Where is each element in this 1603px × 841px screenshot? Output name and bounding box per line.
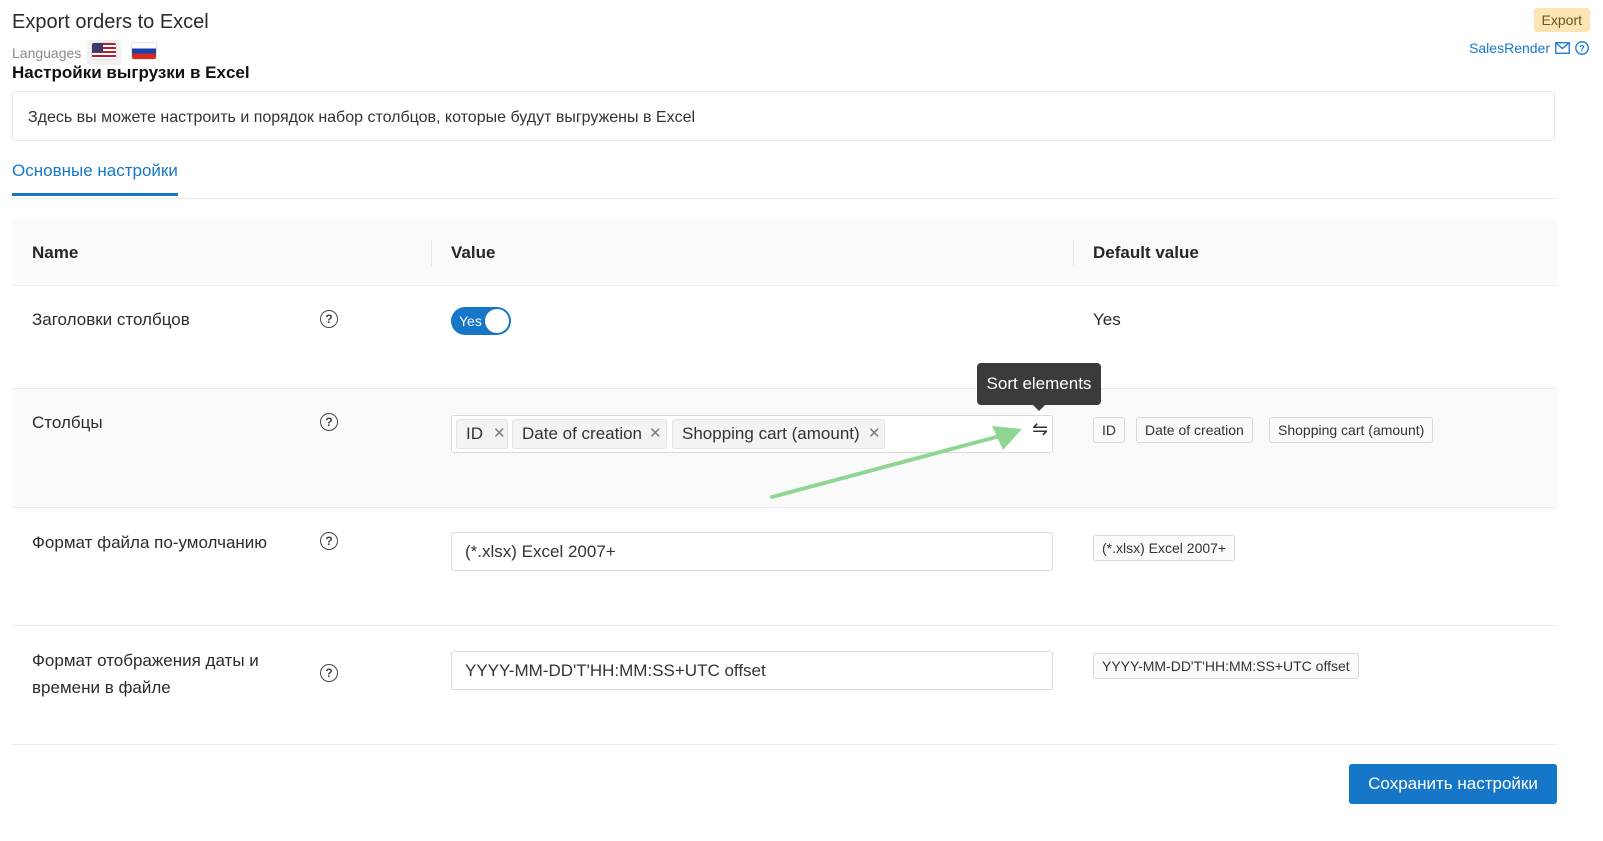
us-flag-icon [92,43,117,59]
language-ru-button[interactable] [127,40,161,65]
table-header: Name Value Default value [12,219,1557,286]
mail-icon[interactable] [1555,42,1570,54]
setting-name: Формат отображения даты и времени в файл… [32,647,259,701]
column-headers-toggle[interactable]: Yes [451,307,511,335]
setting-name: Формат файла по-умолчанию [32,533,268,552]
column-header-value: Value [451,243,496,262]
language-switcher: Languages [12,40,161,65]
table-row: Формат файла по-умолчанию ? (*.xlsx) Exc… [12,508,1557,626]
description-text: Здесь вы можете настроить и порядок набо… [28,109,696,126]
default-tag: Shopping cart (amount) [1269,417,1434,443]
remove-chip-icon[interactable]: ✕ [493,420,506,448]
svg-text:?: ? [1579,44,1585,54]
date-format-select[interactable]: YYYY-MM-DD'T'HH:MM:SS+UTC offset [451,651,1053,690]
ru-flag-icon [132,43,157,59]
tooltip-pointer [1033,405,1045,411]
tab-main-settings[interactable]: Основные настройки [12,161,178,196]
column-divider [431,240,432,266]
setting-name-line: Формат отображения даты и [32,651,259,670]
settings-title: Настройки выгрузки в Excel [12,63,250,82]
table-row: Заголовки столбцов ? Yes Yes [12,286,1557,389]
default-value: Yes [1093,310,1121,329]
sort-icon[interactable]: ⇋ [1032,418,1048,441]
app-title: Export orders to Excel [12,11,209,33]
help-circle-icon[interactable]: ? [1575,41,1589,55]
default-tag: Date of creation [1136,417,1253,443]
setting-name: Столбцы [32,413,103,432]
help-icon[interactable]: ? [320,413,338,431]
chip-label: ID [466,424,483,443]
column-chip: Date of creation ✕ [512,419,667,449]
default-tag: ID [1093,417,1125,443]
languages-label: Languages [12,44,82,61]
brand-link[interactable]: SalesRender ? [1469,40,1589,56]
table-bottom-divider [12,744,1557,745]
column-divider [1073,240,1074,266]
language-en-button[interactable] [87,40,122,65]
toggle-label: Yes [459,313,482,329]
setting-name-line: времени в файле [32,678,171,697]
chip-label: Date of creation [522,424,643,443]
table-row: Формат отображения даты и времени в файл… [12,626,1557,744]
tabs-divider [12,198,1557,199]
column-header-default: Default value [1093,243,1199,262]
file-format-select[interactable]: (*.xlsx) Excel 2007+ [451,532,1053,571]
column-chip: ID ✕ [456,419,508,449]
description-box: Здесь вы можете настроить и порядок набо… [12,91,1555,141]
help-icon[interactable]: ? [320,310,338,328]
column-header-name: Name [32,243,79,262]
remove-chip-icon[interactable]: ✕ [649,420,662,448]
toggle-knob [485,309,509,333]
sort-tooltip: Sort elements [977,363,1101,405]
brand-name: SalesRender [1469,40,1550,56]
annotation-arrow-icon [770,426,1022,499]
export-badge: Export [1533,8,1590,32]
save-settings-button[interactable]: Сохранить настройки [1349,764,1557,804]
default-tag: YYYY-MM-DD'T'HH:MM:SS+UTC offset [1093,653,1359,679]
help-icon[interactable]: ? [320,664,338,682]
setting-name: Заголовки столбцов [32,310,190,329]
default-tag: (*.xlsx) Excel 2007+ [1093,535,1236,561]
help-icon[interactable]: ? [320,532,338,550]
